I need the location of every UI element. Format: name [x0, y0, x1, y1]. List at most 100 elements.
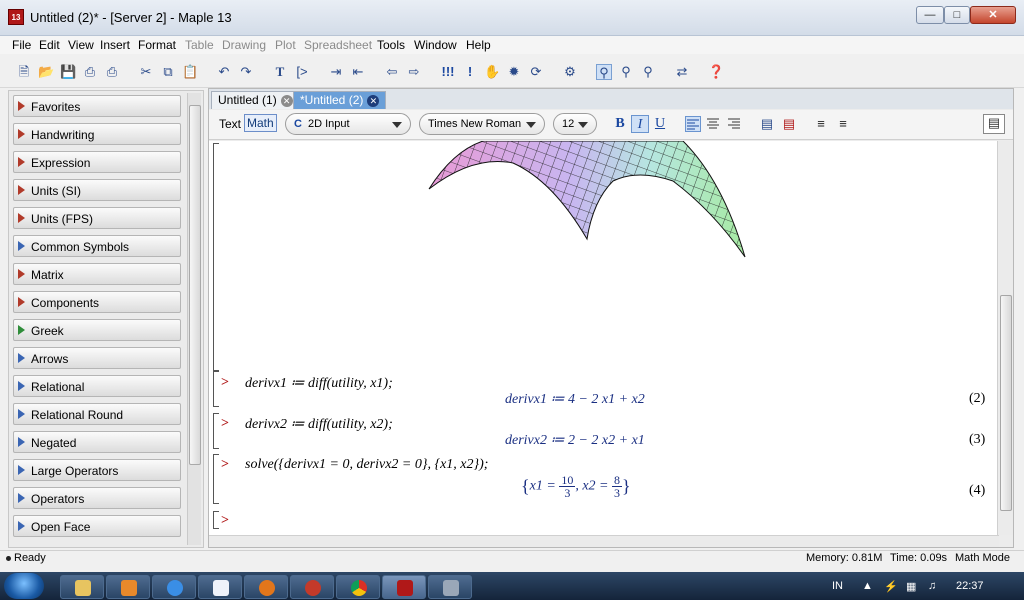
menu-table[interactable]: Table	[185, 38, 214, 52]
worksheet-scroll-thumb[interactable]	[1000, 295, 1012, 511]
worksheet[interactable]: > derivx1 ≔ diff(utility, x1); derivx1 ≔…	[209, 141, 999, 535]
taskbar-maple[interactable]	[382, 575, 426, 599]
worksheet-horizontal-scrollbar[interactable]	[209, 535, 999, 547]
palette-arrows[interactable]: Arrows	[13, 347, 181, 369]
execution-group-icon[interactable]: [>	[294, 64, 310, 80]
new-document-icon[interactable]: 🗎	[16, 64, 32, 80]
palette-common-symbols[interactable]: Common Symbols	[13, 235, 181, 257]
taskbar-app-red[interactable]	[290, 575, 334, 599]
redo-icon[interactable]: ↷	[238, 64, 254, 80]
palette-handwriting[interactable]: Handwriting	[13, 123, 181, 145]
equation-label[interactable]: (3)	[969, 432, 985, 448]
underline-button[interactable]: U	[651, 115, 669, 133]
group-bracket[interactable]	[213, 371, 219, 407]
plot3d-surface[interactable]	[423, 141, 747, 259]
undo-icon[interactable]: ↶	[216, 64, 232, 80]
font-select[interactable]: Times New Roman	[419, 113, 545, 135]
minimize-button[interactable]: —	[916, 6, 944, 24]
menu-drawing[interactable]: Drawing	[222, 38, 266, 52]
menu-view[interactable]: View	[68, 38, 94, 52]
menu-plot[interactable]: Plot	[275, 38, 296, 52]
taskbar-explorer[interactable]	[60, 575, 104, 599]
math-mode-toggle[interactable]: Math	[244, 114, 277, 132]
worksheet-scrollbar[interactable]	[997, 141, 1013, 535]
palette-matrix[interactable]: Matrix	[13, 263, 181, 285]
network-icon[interactable]: ▦	[906, 580, 916, 593]
menu-edit[interactable]: Edit	[39, 38, 60, 52]
clock[interactable]: 22:37	[956, 580, 984, 592]
palette-scrollbar[interactable]	[187, 93, 201, 545]
palette-negated[interactable]: Negated	[13, 431, 181, 453]
group-bracket[interactable]	[213, 143, 219, 371]
input-mode-select[interactable]: C 2D Input	[285, 113, 411, 135]
close-tab-icon[interactable]: ✕	[280, 95, 293, 107]
language-indicator[interactable]: IN	[832, 580, 843, 592]
toggle-view-icon[interactable]: ▤	[983, 114, 1005, 134]
save-icon[interactable]: 💾	[60, 64, 76, 80]
maximize-button[interactable]: □	[944, 6, 970, 24]
equation-label[interactable]: (2)	[969, 391, 985, 407]
text-mode-toggle[interactable]: Text	[219, 117, 241, 131]
tab-untitled-2[interactable]: *Untitled (2) ✕	[293, 91, 387, 109]
equation-label[interactable]: (4)	[969, 483, 985, 499]
execute-icon[interactable]: !	[462, 64, 478, 80]
command-input[interactable]: derivx2 ≔ diff(utility, x2);	[245, 416, 393, 433]
align-center-button[interactable]	[706, 116, 722, 132]
taskbar-firefox[interactable]	[244, 575, 288, 599]
indent-icon[interactable]: ⇥	[328, 64, 344, 80]
print-preview-icon[interactable]: ⎙	[104, 64, 120, 80]
taskbar-word[interactable]	[198, 575, 242, 599]
align-right-button[interactable]	[727, 116, 743, 132]
restart-icon[interactable]: ⟳	[528, 64, 544, 80]
zoom-out-icon[interactable]: ⚲	[640, 64, 656, 80]
show-hidden-icons-icon[interactable]: ▲	[862, 580, 873, 592]
numbered-list-icon[interactable]: ≡	[835, 116, 851, 132]
menu-file[interactable]: File	[12, 38, 31, 52]
menu-insert[interactable]: Insert	[100, 38, 130, 52]
cut-icon[interactable]: ✂	[138, 64, 154, 80]
menu-format[interactable]: Format	[138, 38, 176, 52]
palette-operators[interactable]: Operators	[13, 487, 181, 509]
open-folder-icon[interactable]: 📂	[38, 64, 54, 80]
copy-icon[interactable]: ⧉	[160, 64, 176, 80]
palette-units-si[interactable]: Units (SI)	[13, 179, 181, 201]
palette-relational-round[interactable]: Relational Round	[13, 403, 181, 425]
swap-icon[interactable]: ⇄	[674, 64, 690, 80]
group-bracket[interactable]	[213, 413, 219, 449]
bullet-list-icon[interactable]: ≡	[813, 116, 829, 132]
group-bracket[interactable]	[213, 454, 219, 504]
print-icon[interactable]: ⎙	[82, 64, 98, 80]
taskbar-other-app[interactable]	[428, 575, 472, 599]
settings-gear-icon[interactable]: ⚙	[562, 64, 578, 80]
menu-help[interactable]: Help	[466, 38, 491, 52]
outdent-icon[interactable]: ⇤	[350, 64, 366, 80]
remove-section-icon[interactable]: ▤	[781, 116, 797, 132]
paste-icon[interactable]: 📋	[182, 64, 198, 80]
power-icon[interactable]: ⚡	[884, 580, 898, 593]
section-icon[interactable]: ▤	[759, 116, 775, 132]
command-input[interactable]: solve({derivx1 = 0, derivx2 = 0}, {x1, x…	[245, 457, 488, 473]
menu-tools[interactable]: Tools	[377, 38, 405, 52]
taskbar-internet-explorer[interactable]	[152, 575, 196, 599]
palette-large-operators[interactable]: Large Operators	[13, 459, 181, 481]
forward-arrow-icon[interactable]: ⇨	[406, 64, 422, 80]
zoom-in-icon[interactable]: ⚲	[618, 64, 634, 80]
font-size-select[interactable]: 12	[553, 113, 597, 135]
back-arrow-icon[interactable]: ⇦	[384, 64, 400, 80]
group-bracket[interactable]	[213, 511, 219, 529]
start-button[interactable]	[4, 573, 44, 599]
align-left-button[interactable]	[685, 116, 701, 132]
text-mode-icon[interactable]: T	[272, 64, 288, 80]
palette-scroll-thumb[interactable]	[189, 105, 201, 465]
close-tab-icon[interactable]: ✕	[367, 95, 380, 107]
palette-greek[interactable]: Greek	[13, 319, 181, 341]
palette-open-face[interactable]: Open Face	[13, 515, 181, 537]
palette-units-fps[interactable]: Units (FPS)	[13, 207, 181, 229]
close-button[interactable]: ✕	[970, 6, 1016, 24]
debug-icon[interactable]: ✹	[506, 64, 522, 80]
volume-icon[interactable]: ♫	[928, 580, 936, 592]
italic-button[interactable]: I	[631, 115, 649, 133]
palette-favorites[interactable]: Favorites	[13, 95, 181, 117]
palette-expression[interactable]: Expression	[13, 151, 181, 173]
palette-components[interactable]: Components	[13, 291, 181, 313]
